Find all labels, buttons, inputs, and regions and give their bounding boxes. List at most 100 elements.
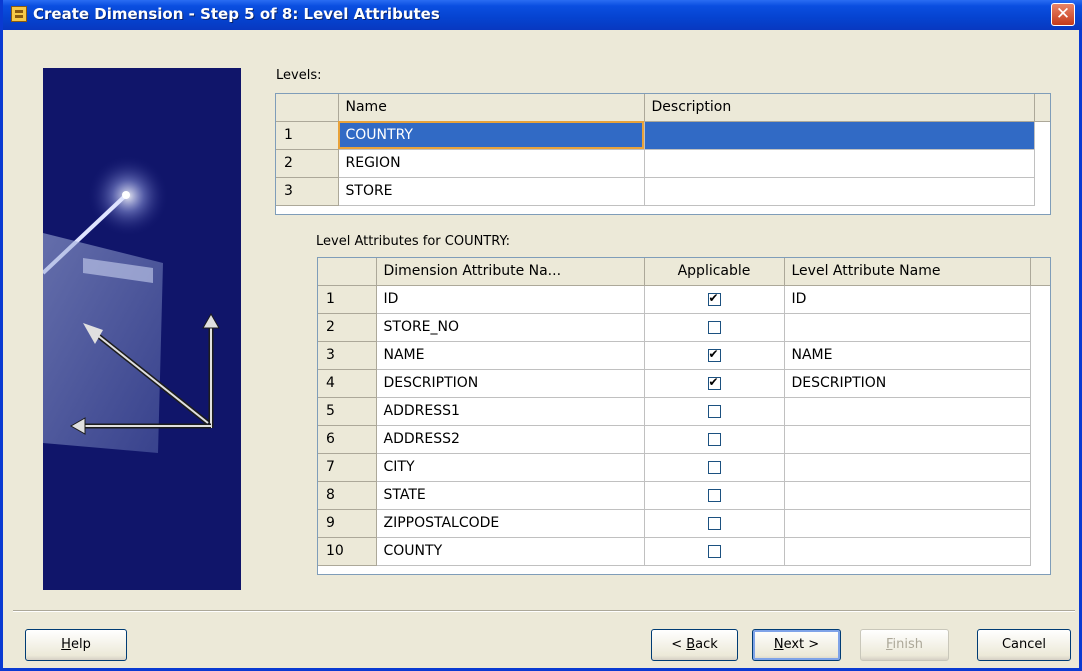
applicable-cell[interactable] [644,509,785,538]
level-attributes-table[interactable]: Dimension Attribute Na... Applicable Lev… [317,257,1051,575]
level-name-cell[interactable]: STORE [338,177,645,206]
levels-row-region[interactable]: 2 REGION [276,149,1050,178]
next-button[interactable]: Next > [752,629,841,661]
attributes-header-row: Dimension Attribute Na... Applicable Lev… [318,258,1050,286]
applicable-cell[interactable] [644,425,785,454]
row-filler [1034,121,1050,149]
applicable-cell[interactable] [644,341,785,370]
attribute-row[interactable]: 4 DESCRIPTION DESCRIPTION [318,369,1050,398]
row-filler [1030,313,1050,341]
attribute-row[interactable]: 2 STORE_NO [318,313,1050,342]
attribute-row[interactable]: 3 NAME NAME [318,341,1050,370]
app-icon [11,6,27,22]
applicable-cell[interactable] [644,285,785,314]
attribute-row[interactable]: 7 CITY [318,453,1050,482]
levels-header-filler [1034,94,1050,122]
attributes-col-dimension-attribute[interactable]: Dimension Attribute Na... [376,258,645,286]
level-attribute-cell[interactable] [784,481,1031,510]
applicable-checkbox[interactable] [707,320,721,334]
level-attribute-cell[interactable]: ID [784,285,1031,314]
attribute-row[interactable]: 10 COUNTY [318,537,1050,566]
level-name-cell[interactable]: COUNTRY [338,121,645,150]
row-number: 9 [318,509,377,538]
row-number: 4 [318,369,377,398]
back-label-prefix: < [671,637,687,652]
level-attribute-cell[interactable]: NAME [784,341,1031,370]
row-number: 2 [318,313,377,342]
close-button[interactable]: ✕ [1051,3,1075,26]
level-description-cell[interactable] [644,177,1035,206]
level-attribute-cell[interactable] [784,537,1031,566]
row-number: 1 [318,285,377,314]
cancel-button[interactable]: Cancel [977,629,1071,661]
dimension-attribute-cell[interactable]: ID [376,285,645,314]
wizard-banner-image [43,68,241,590]
applicable-checkbox[interactable] [707,488,721,502]
applicable-checkbox[interactable] [707,291,721,306]
dimension-attribute-cell[interactable]: ADDRESS1 [376,397,645,426]
level-name-cell[interactable]: REGION [338,149,645,178]
attribute-row[interactable]: 6 ADDRESS2 [318,425,1050,454]
applicable-cell[interactable] [644,537,785,566]
attribute-row[interactable]: 8 STATE [318,481,1050,510]
level-attribute-cell[interactable] [784,313,1031,342]
attributes-col-applicable[interactable]: Applicable [644,258,785,286]
levels-table[interactable]: Name Description 1 COUNTRY 2 REGION 3 ST… [275,93,1051,215]
applicable-checkbox[interactable] [707,460,721,474]
dimension-attribute-cell[interactable]: COUNTY [376,537,645,566]
applicable-checkbox[interactable] [707,347,721,362]
dimension-attribute-cell[interactable]: DESCRIPTION [376,369,645,398]
levels-col-name[interactable]: Name [338,94,645,122]
finish-button[interactable]: Finish [860,629,949,661]
attributes-header-filler [1030,258,1050,286]
row-number: 3 [318,341,377,370]
dimension-attribute-cell[interactable]: STORE_NO [376,313,645,342]
dimension-attribute-cell[interactable]: STATE [376,481,645,510]
applicable-cell[interactable] [644,453,785,482]
level-attribute-cell[interactable] [784,453,1031,482]
level-attribute-cell[interactable] [784,397,1031,426]
levels-header-row: Name Description [276,94,1050,122]
applicable-checkbox[interactable] [707,404,721,418]
levels-row-country[interactable]: 1 COUNTRY [276,121,1050,150]
levels-col-description[interactable]: Description [644,94,1035,122]
applicable-checkbox[interactable] [707,432,721,446]
row-filler [1034,149,1050,177]
help-label-rest: elp [70,637,91,652]
row-filler [1030,453,1050,481]
back-button[interactable]: < Back [651,629,738,661]
level-description-cell[interactable] [644,121,1035,150]
dimension-attribute-cell[interactable]: NAME [376,341,645,370]
help-mnemonic: H [61,637,71,652]
row-number: 6 [318,425,377,454]
close-icon: ✕ [1055,4,1071,24]
attribute-row[interactable]: 9 ZIPPOSTALCODE [318,509,1050,538]
row-number: 5 [318,397,377,426]
applicable-checkbox[interactable] [707,516,721,530]
help-button[interactable]: Help [25,629,127,661]
window-title: Create Dimension - Step 5 of 8: Level At… [33,5,440,23]
applicable-checkbox[interactable] [707,375,721,390]
level-attribute-cell[interactable]: DESCRIPTION [784,369,1031,398]
applicable-cell[interactable] [644,397,785,426]
attributes-corner-header [318,258,377,286]
level-attribute-cell[interactable] [784,509,1031,538]
applicable-cell[interactable] [644,313,785,342]
attribute-row[interactable]: 1 ID ID [318,285,1050,314]
back-mnemonic: B [686,637,696,652]
row-filler [1030,509,1050,537]
applicable-cell[interactable] [644,369,785,398]
row-filler [1030,369,1050,397]
dimension-attribute-cell[interactable]: ADDRESS2 [376,425,645,454]
applicable-checkbox[interactable] [707,544,721,558]
row-number: 2 [276,149,339,178]
dimension-attribute-cell[interactable]: ZIPPOSTALCODE [376,509,645,538]
level-attribute-cell[interactable] [784,425,1031,454]
dimension-attribute-cell[interactable]: CITY [376,453,645,482]
title-bar[interactable]: Create Dimension - Step 5 of 8: Level At… [3,0,1082,30]
attribute-row[interactable]: 5 ADDRESS1 [318,397,1050,426]
levels-row-store[interactable]: 3 STORE [276,177,1050,206]
applicable-cell[interactable] [644,481,785,510]
attributes-col-level-attribute[interactable]: Level Attribute Name [784,258,1031,286]
level-description-cell[interactable] [644,149,1035,178]
